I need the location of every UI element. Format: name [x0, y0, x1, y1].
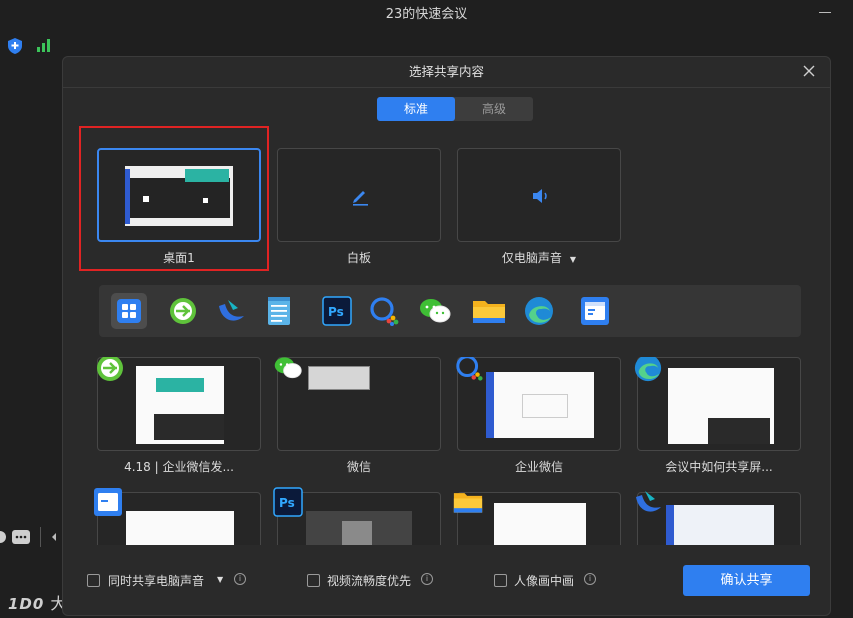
- speaker-icon: [533, 189, 547, 203]
- notepad-icon: [268, 297, 290, 325]
- chevron-down-icon[interactable]: ▼: [570, 255, 576, 264]
- window-label: 企业微信: [514, 460, 563, 474]
- window-preview: [136, 366, 224, 444]
- window-preview: [306, 511, 412, 545]
- computer-audio-label-text: 仅电脑声音: [501, 251, 562, 265]
- pencil-icon: [353, 191, 368, 206]
- info-icon[interactable]: i: [234, 573, 246, 585]
- app-all-windows[interactable]: [111, 293, 147, 329]
- pip-label: 人像画中画: [514, 574, 575, 588]
- watermark-logo: 1D0: [8, 595, 45, 613]
- whiteboard-tile[interactable]: [277, 148, 441, 242]
- wechat-icon: [274, 357, 302, 379]
- shield-icon[interactable]: [8, 38, 22, 54]
- chevron-down-icon[interactable]: ▼: [217, 575, 223, 584]
- computer-audio-tile-label[interactable]: 仅电脑声音 ▼: [457, 249, 621, 266]
- wecom-icon: [456, 357, 483, 381]
- window-preview: [486, 372, 594, 438]
- window-title: 23的快速会议: [385, 7, 468, 22]
- edge-icon: [525, 297, 553, 325]
- wechat-icon: [420, 299, 451, 323]
- folder-icon: [453, 493, 483, 513]
- all-windows-icon: [117, 299, 141, 323]
- wecom-icon: [370, 297, 399, 326]
- video-priority-label: 视频流畅度优先: [327, 574, 412, 588]
- app-folder[interactable]: [471, 293, 507, 329]
- app-filter-bar: Ps: [99, 285, 801, 337]
- folder-icon: [473, 301, 505, 323]
- desktop-tile[interactable]: [97, 148, 261, 242]
- wecom-blue-icon: [219, 300, 244, 321]
- tab-advanced[interactable]: 高级: [455, 97, 533, 121]
- collapse-icon: [52, 533, 56, 541]
- app-photoshop[interactable]: Ps: [319, 293, 355, 329]
- window-preview: [668, 368, 774, 444]
- minimize-icon[interactable]: [819, 12, 831, 13]
- info-icon[interactable]: i: [421, 573, 433, 585]
- green-browser-icon: [97, 357, 123, 381]
- app-wecom[interactable]: [367, 293, 403, 329]
- share-content-dialog: 选择共享内容 标准 高级 桌面1 白板 仅电脑声音 ▼ Ps 4.18 | 企业…: [62, 56, 831, 616]
- app-edge[interactable]: [521, 293, 557, 329]
- app-green-browser[interactable]: [165, 293, 201, 329]
- app-wecom-blue[interactable]: [213, 293, 249, 329]
- close-icon[interactable]: [802, 64, 816, 78]
- window-label: 4.18 | 企业微信发...: [124, 460, 234, 474]
- mode-tabs: 标准 高级: [377, 97, 533, 121]
- video-priority-checkbox[interactable]: [307, 574, 320, 587]
- pip-checkbox[interactable]: [494, 574, 507, 587]
- photoshop-icon-text: Ps: [328, 305, 344, 319]
- window-icon: [94, 488, 122, 516]
- dialog-footer: 同时共享电脑声音 ▼ i 视频流畅度优先 i 人像画中画 i 确认共享: [63, 545, 830, 615]
- photoshop-icon: Ps: [273, 487, 303, 517]
- share-audio-label: 同时共享电脑声音: [108, 574, 205, 588]
- photoshop-badge-text: Ps: [279, 496, 295, 510]
- desktop-thumbnail: [125, 166, 233, 226]
- computer-audio-tile[interactable]: [457, 148, 621, 242]
- window-preview: [126, 511, 234, 545]
- window-preview: [494, 503, 586, 545]
- app-window[interactable]: [577, 293, 613, 329]
- info-icon[interactable]: i: [584, 573, 596, 585]
- window-thumbnails: 4.18 | 企业微信发... 微信 企业微信 会议中如何共享屏... Ps: [63, 357, 830, 545]
- edge-icon: [634, 357, 662, 382]
- avatar: [0, 531, 6, 543]
- photoshop-icon: Ps: [322, 296, 352, 326]
- app-wechat[interactable]: [417, 293, 453, 329]
- desktop-tile-label: 桌面1: [163, 251, 195, 265]
- tab-standard[interactable]: 标准: [377, 97, 455, 121]
- window-preview: [308, 366, 370, 390]
- share-audio-checkbox[interactable]: [87, 574, 100, 587]
- side-toolbar: [0, 527, 56, 547]
- window-label: 会议中如何共享屏...: [665, 460, 773, 474]
- wecom-blue-icon: [636, 491, 661, 512]
- signal-icon: [37, 39, 50, 52]
- dialog-title: 选择共享内容: [63, 57, 830, 88]
- app-notepad[interactable]: [261, 293, 297, 329]
- confirm-share-button[interactable]: 确认共享: [683, 565, 810, 596]
- window-icon: [581, 297, 609, 325]
- green-browser-icon: [170, 298, 196, 324]
- window-preview: [666, 505, 774, 545]
- whiteboard-tile-label: 白板: [346, 251, 371, 265]
- window-label: 微信: [346, 460, 371, 474]
